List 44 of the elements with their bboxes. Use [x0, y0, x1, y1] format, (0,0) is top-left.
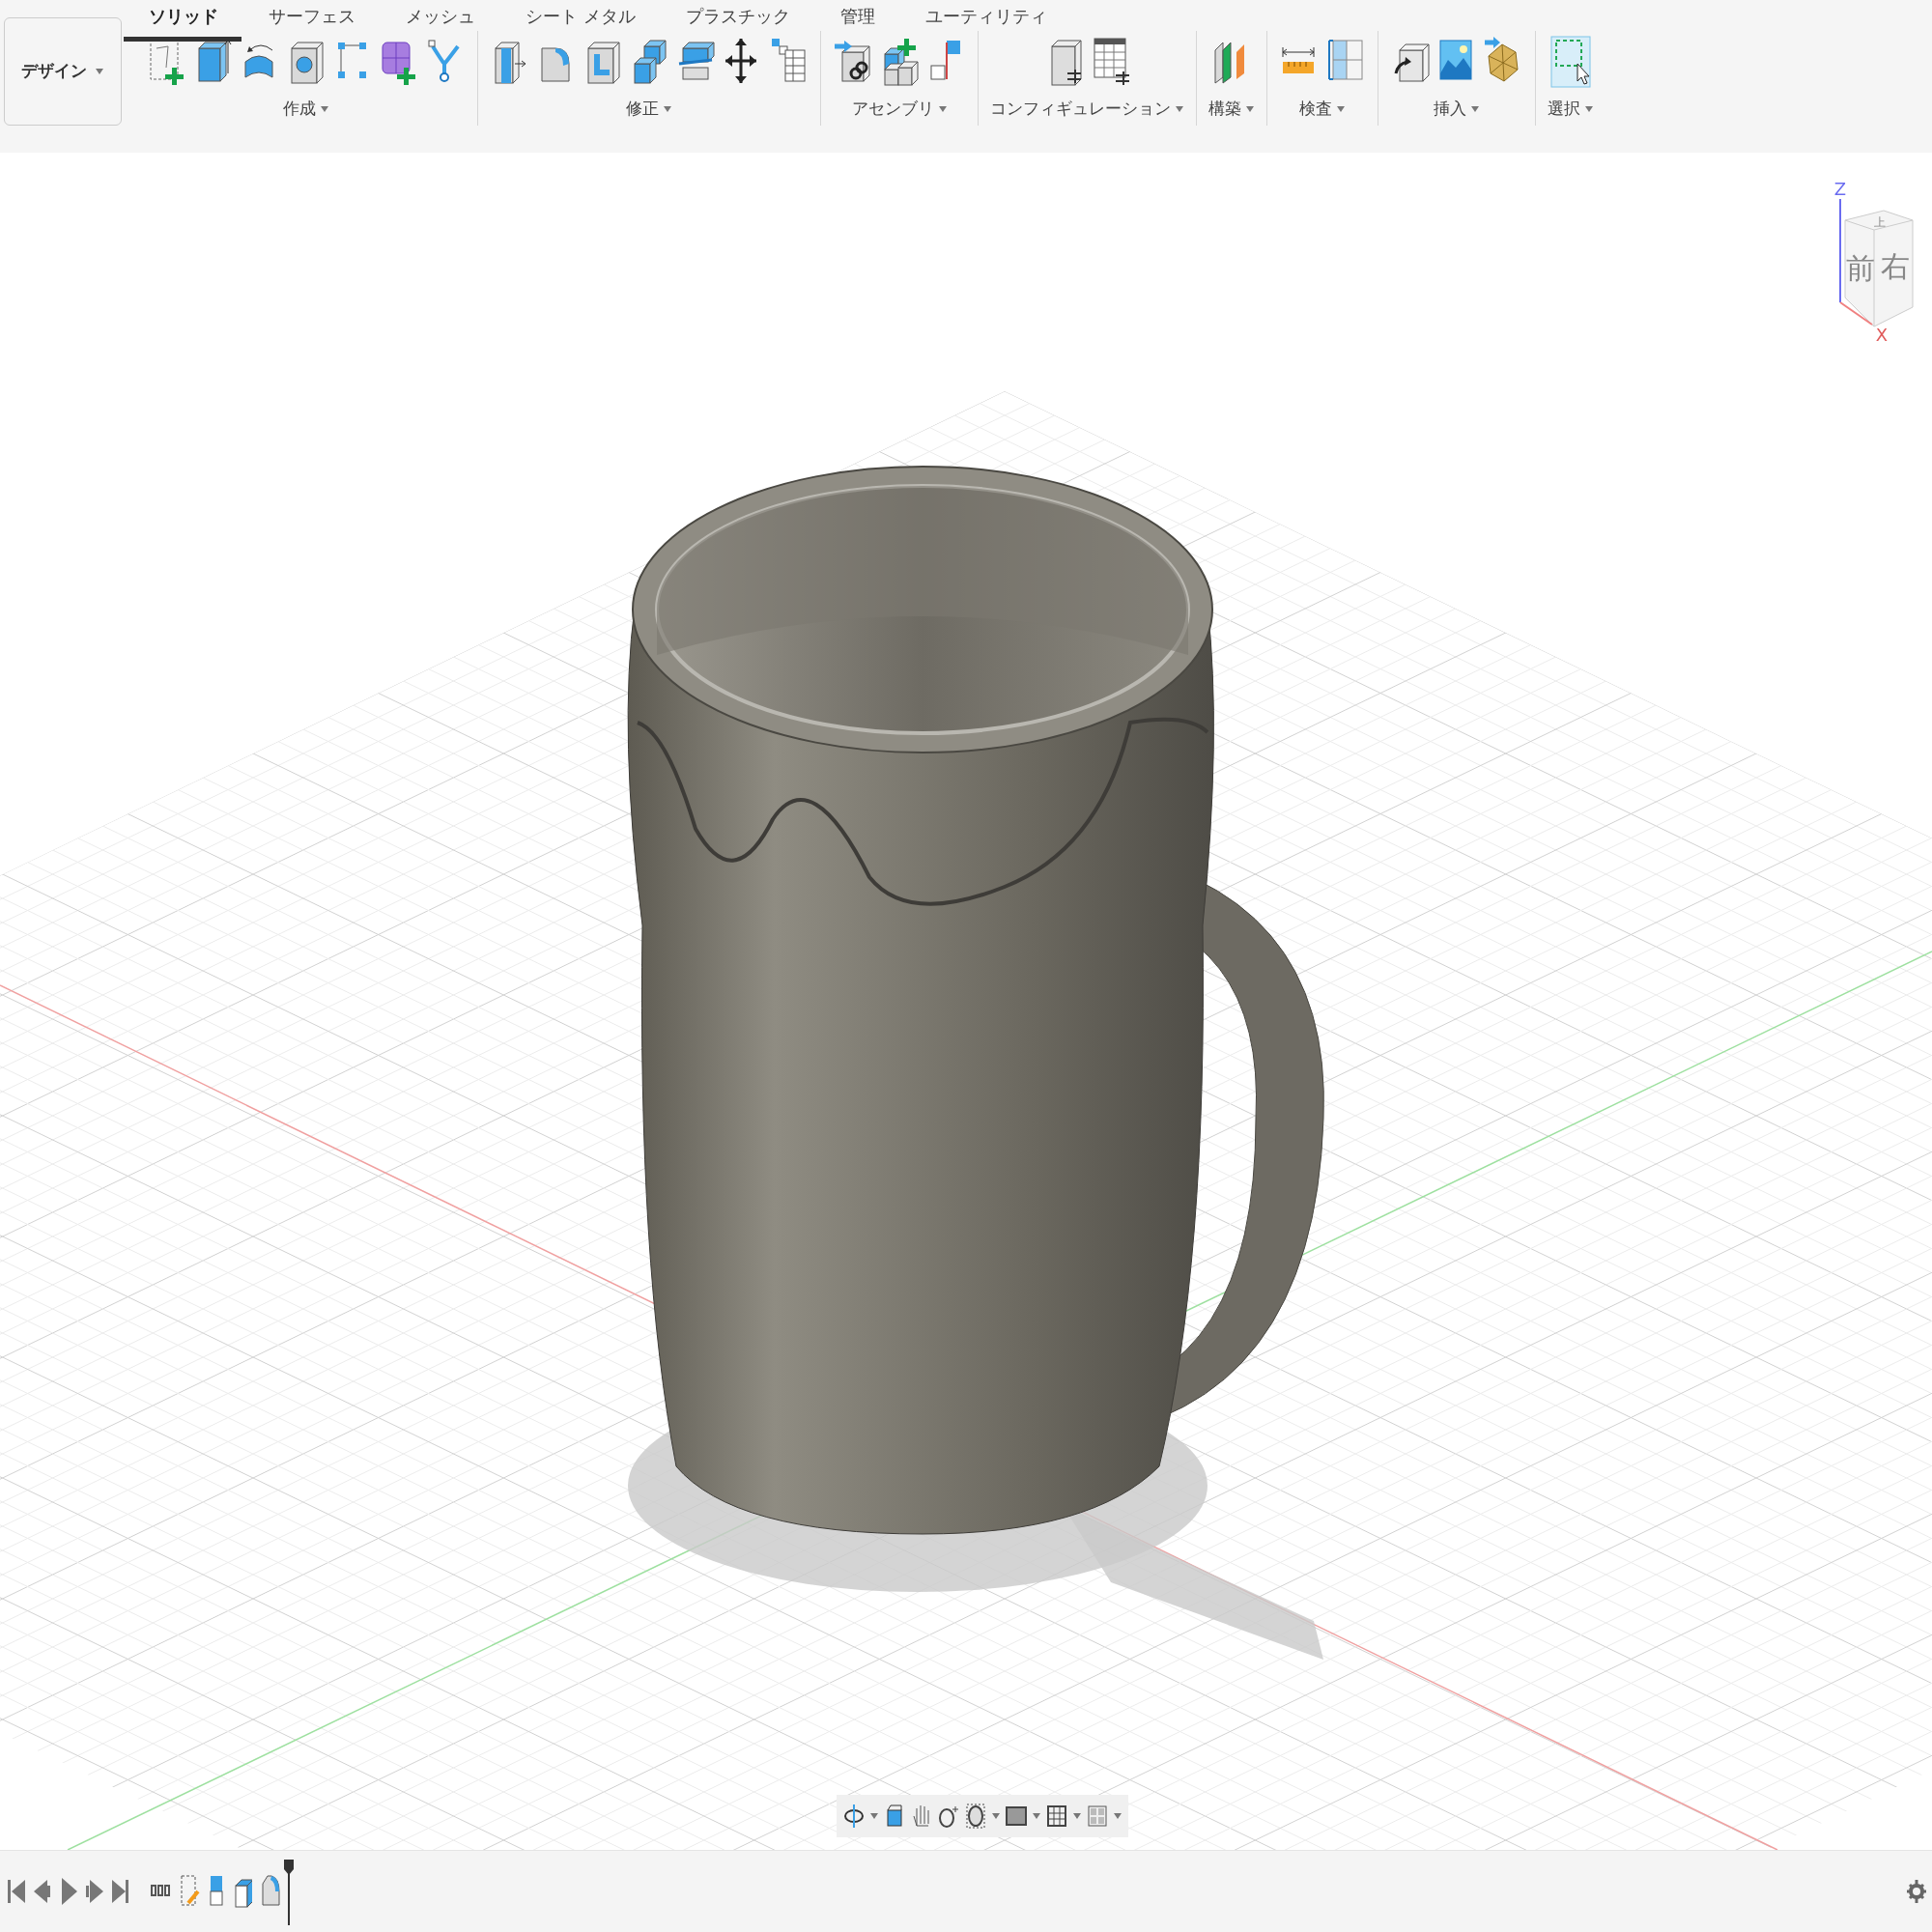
settings-icon[interactable]: [1905, 1878, 1928, 1905]
tool-group-menu[interactable]: 挿入: [1434, 97, 1480, 122]
caret-icon: [991, 1812, 1001, 1820]
axis-label: X: [1875, 325, 1889, 345]
caret-icon: [663, 104, 672, 113]
viewports-icon[interactable]: [1086, 1803, 1109, 1830]
caret-icon: [1245, 104, 1255, 113]
caret-icon: [1470, 104, 1480, 113]
caret-icon: [1072, 1812, 1082, 1820]
ribbon-tab[interactable]: ユーティリティ: [899, 0, 1072, 31]
ribbon-tab[interactable]: ソリッド: [135, 0, 243, 31]
ribbon-tab[interactable]: サーフェス: [243, 0, 381, 31]
design-workspace-button[interactable]: デザイン: [4, 17, 122, 126]
tool-group-menu[interactable]: アセンブリ: [851, 97, 948, 122]
tool-group-menu[interactable]: コンフィギュレーション: [990, 97, 1184, 122]
ribbon-tab[interactable]: プラスチック: [660, 0, 815, 31]
tool-group-menu[interactable]: 構築: [1208, 97, 1255, 122]
x-axis-line: [1839, 301, 1873, 326]
ribbon-tab[interactable]: 管理: [814, 0, 900, 31]
caret-icon: [1584, 104, 1594, 113]
orbit-icon[interactable]: [842, 1803, 866, 1830]
tool-group-menu[interactable]: 作成: [283, 97, 329, 122]
view-cube-face-label: 上: [1874, 215, 1886, 229]
timeline-marker[interactable]: [281, 1858, 297, 1925]
caret-icon: [320, 104, 329, 113]
view-cube-face-label: 前: [1846, 251, 1875, 285]
tool-group-menu[interactable]: 検査: [1299, 97, 1346, 122]
axis-label: Z: [1833, 179, 1847, 199]
caret-icon: [1113, 1812, 1122, 1820]
view-cube-face-label: 右: [1881, 249, 1910, 283]
caret-icon: [869, 1812, 879, 1820]
caret-icon: [1175, 104, 1184, 113]
caret-icon: [1032, 1812, 1041, 1820]
view-cube[interactable]: [1844, 210, 1914, 327]
ribbon-tab[interactable]: シート メタル: [500, 0, 661, 31]
tool-group-menu[interactable]: 修正: [626, 97, 672, 122]
selection-box-icon[interactable]: [1550, 35, 1591, 89]
caret-icon: [95, 68, 104, 75]
grid-icon[interactable]: [1045, 1803, 1068, 1830]
tool-group-menu[interactable]: 選択: [1548, 97, 1594, 122]
caret-icon: [1336, 104, 1346, 113]
ribbon-tab[interactable]: メッシュ: [381, 0, 500, 31]
caret-icon: [937, 104, 948, 113]
fit-icon[interactable]: [964, 1803, 987, 1830]
